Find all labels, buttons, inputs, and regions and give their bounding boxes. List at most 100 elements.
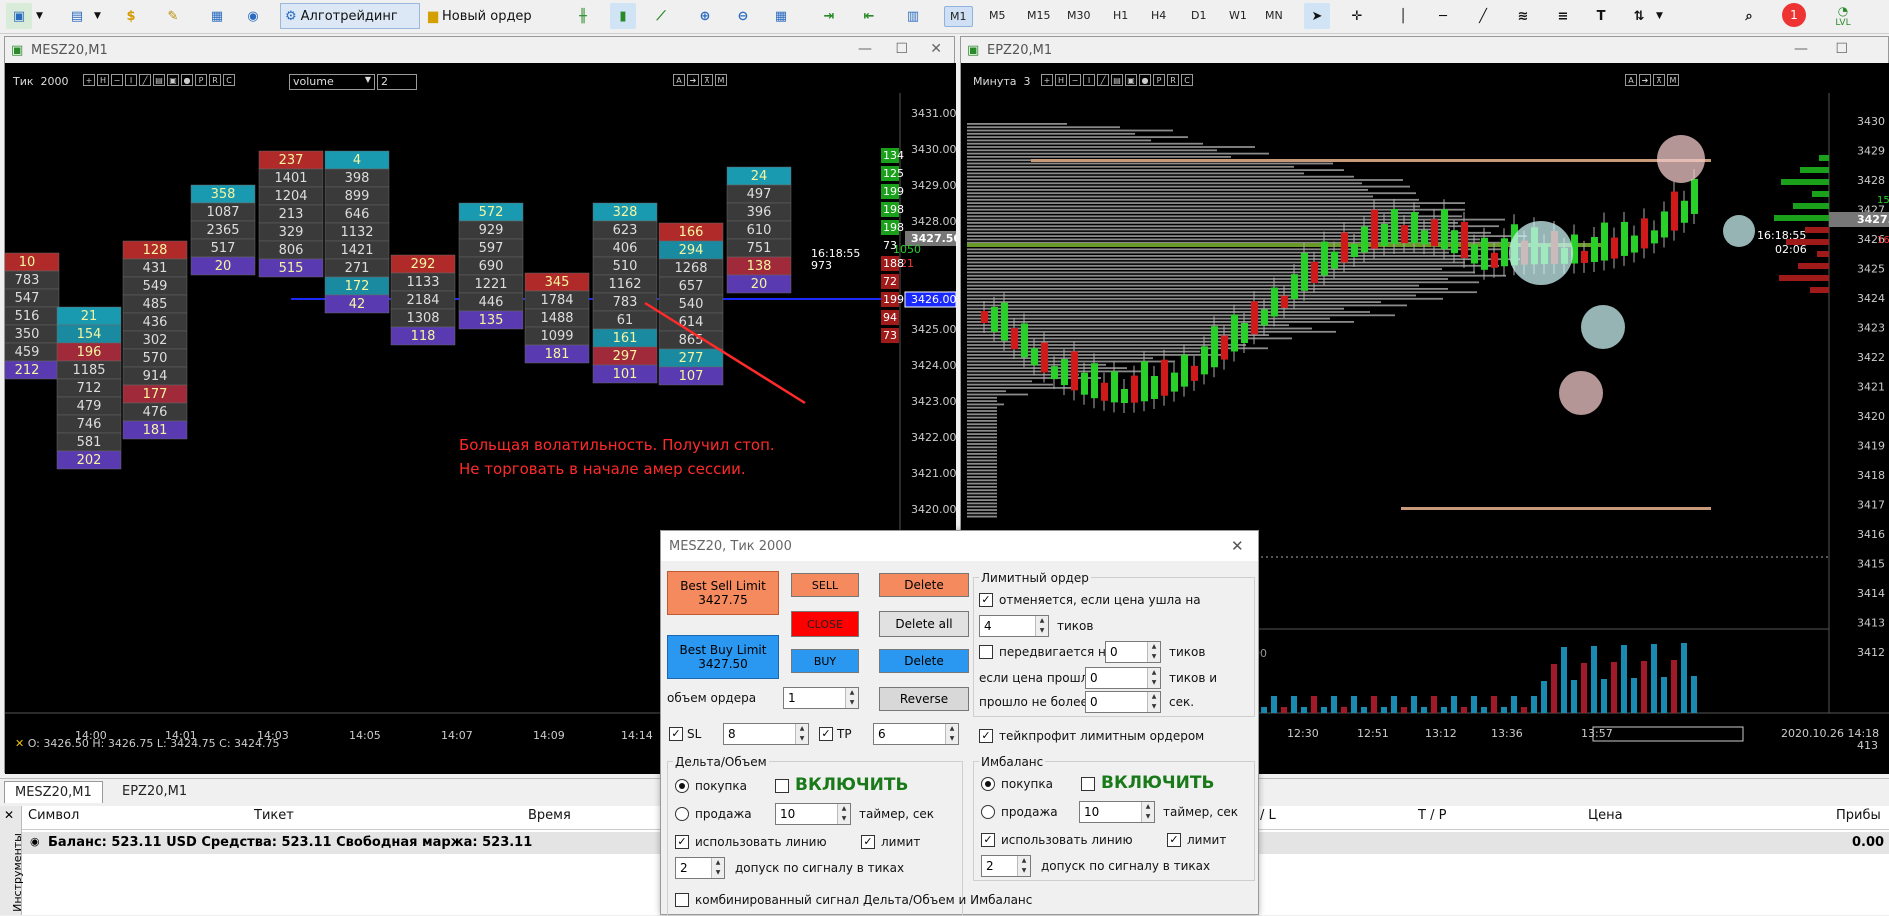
new-chart-icon[interactable]: ▣ — [6, 3, 32, 29]
delta-sell-radio[interactable] — [675, 807, 689, 821]
grid-icon[interactable]: ▤ — [153, 74, 165, 86]
search-icon[interactable]: ⌕ — [1736, 3, 1762, 29]
cursor-small-icon[interactable]: ⊼ — [701, 74, 713, 86]
cancel-if-checkbox[interactable]: ✓ — [979, 593, 993, 607]
col-profit[interactable]: Прибы — [1836, 808, 1881, 823]
trend-line-icon[interactable]: ╱ — [1470, 3, 1496, 29]
maximize-icon[interactable]: ☐ — [895, 41, 908, 57]
tp-limit-checkbox[interactable]: ✓ — [979, 729, 993, 743]
delta-buy-radio[interactable] — [675, 779, 689, 793]
tile-windows-icon[interactable]: ▦ — [768, 3, 794, 29]
tp-checkbox[interactable]: ✓ — [819, 727, 833, 741]
col-price[interactable]: Цена — [1588, 808, 1623, 823]
sell-button[interactable]: SELL — [791, 573, 859, 597]
minus-icon[interactable]: − — [1069, 74, 1081, 86]
dropdown-arrow-icon[interactable]: ▼ — [94, 3, 101, 29]
minimize-icon[interactable]: — — [1794, 41, 1808, 57]
i-icon[interactable]: I — [125, 74, 137, 86]
delta-timer-stepper[interactable]: 10 — [775, 803, 851, 825]
tf-m15[interactable]: M15 — [1022, 6, 1056, 25]
combined-signal-checkbox[interactable] — [675, 893, 689, 907]
indicator-value-stepper[interactable]: 2 — [377, 74, 417, 90]
tab-epz20[interactable]: EPZ20,M1 — [112, 781, 197, 803]
tab-mesz20[interactable]: MESZ20,M1 — [4, 781, 103, 803]
close-icon[interactable]: ✕ — [4, 808, 14, 822]
arrow-icon[interactable]: ➔ — [687, 74, 699, 86]
tf-m5[interactable]: M5 — [984, 6, 1011, 25]
text-icon[interactable]: T — [1588, 3, 1614, 29]
box-icon[interactable]: ▣ — [167, 74, 179, 86]
imb-sell-radio[interactable] — [981, 805, 995, 819]
indicators-icon[interactable]: ▥ — [900, 3, 926, 29]
close-icon[interactable]: ✕ — [930, 41, 942, 57]
horizontal-line-icon[interactable]: ─ — [1430, 3, 1456, 29]
zoom-in-icon[interactable]: ⊕ — [692, 3, 718, 29]
passed-ticks-stepper[interactable]: 0 — [1085, 667, 1161, 689]
p-icon[interactable]: P — [195, 74, 207, 86]
plus-icon[interactable]: + — [1041, 74, 1053, 86]
vertical-line-icon[interactable]: │ — [1390, 3, 1416, 29]
cursor-icon[interactable]: ➤ — [1304, 3, 1330, 29]
col-sl[interactable]: / L — [1260, 808, 1276, 823]
market-watch-icon[interactable]: $ — [118, 3, 144, 29]
tf-h1[interactable]: H1 — [1108, 6, 1133, 25]
zoom-out-icon[interactable]: ⊖ — [730, 3, 756, 29]
crosshair-icon[interactable]: ✛ — [1344, 3, 1370, 29]
delta-enable-checkbox[interactable] — [775, 779, 789, 793]
col-symbol[interactable]: Символ — [28, 808, 79, 823]
delta-tolerance-stepper[interactable]: 2 — [675, 857, 725, 879]
sl-stepper[interactable]: 8 — [723, 723, 809, 745]
best-sell-limit-button[interactable]: Best Sell Limit 3427.75 — [667, 571, 779, 615]
tf-mn[interactable]: MN — [1260, 6, 1288, 25]
tf-m1[interactable]: M1 — [944, 6, 973, 27]
signal-icon[interactable]: ◉ — [240, 3, 266, 29]
tf-h4[interactable]: H4 — [1146, 6, 1171, 25]
arrows-icon[interactable]: ⇅ — [1626, 3, 1652, 29]
seconds-stepper[interactable]: 0 — [1085, 691, 1161, 713]
delta-limit-checkbox[interactable]: ✓ — [861, 835, 875, 849]
cursor-small-icon[interactable]: ⊼ — [1653, 74, 1665, 86]
grid-icon[interactable]: ▤ — [1111, 74, 1123, 86]
candle-chart-icon[interactable]: ▮ — [610, 3, 636, 29]
r-icon[interactable]: R — [209, 74, 221, 86]
buy-button[interactable]: BUY — [791, 649, 859, 673]
dropdown-arrow-icon[interactable]: ▼ — [1656, 3, 1663, 29]
r-icon[interactable]: R — [1167, 74, 1179, 86]
i-icon[interactable]: I — [1083, 74, 1095, 86]
best-buy-limit-button[interactable]: Best Buy Limit 3427.50 — [667, 635, 779, 679]
c-icon[interactable]: C — [1181, 74, 1193, 86]
minus-icon[interactable]: − — [111, 74, 123, 86]
navigator-icon[interactable]: ✎ — [160, 3, 186, 29]
cancel-ticks-stepper[interactable]: 4 — [979, 615, 1049, 637]
fibo-fan-icon[interactable]: ≡ — [1550, 3, 1576, 29]
a-icon[interactable]: A — [1625, 74, 1637, 86]
tp-stepper[interactable]: 6 — [873, 723, 959, 745]
imb-enable-checkbox[interactable] — [1081, 777, 1095, 791]
bar-chart-icon[interactable]: ╫ — [570, 3, 596, 29]
minimize-icon[interactable]: — — [858, 41, 872, 57]
order-volume-stepper[interactable]: 1 — [783, 687, 859, 709]
tf-w1[interactable]: W1 — [1224, 6, 1252, 25]
maximize-icon[interactable]: ☐ — [1835, 41, 1848, 57]
line-icon[interactable]: ╱ — [139, 74, 151, 86]
col-ticket[interactable]: Тикет — [254, 808, 294, 823]
m-icon[interactable]: M — [1667, 74, 1679, 86]
h-icon[interactable]: H — [97, 74, 109, 86]
imb-tolerance-stepper[interactable]: 2 — [981, 855, 1031, 877]
profiles-icon[interactable]: ▤ — [64, 3, 90, 29]
tf-m30[interactable]: M30 — [1062, 6, 1096, 25]
dropdown-arrow-icon[interactable]: ▼ — [36, 3, 43, 29]
a-icon[interactable]: A — [673, 74, 685, 86]
lvl-indicator[interactable]: ◔ LVL — [1826, 3, 1860, 29]
tf-d1[interactable]: D1 — [1186, 6, 1211, 25]
delta-use-line-checkbox[interactable]: ✓ — [675, 835, 689, 849]
auto-scroll-icon[interactable]: ⇥ — [816, 3, 842, 29]
col-time[interactable]: Время — [528, 808, 571, 823]
circle-icon[interactable]: ● — [181, 74, 193, 86]
box-icon[interactable]: ▣ — [1125, 74, 1137, 86]
imb-buy-radio[interactable] — [981, 777, 995, 791]
plus-icon[interactable]: + — [83, 74, 95, 86]
close-button[interactable]: CLOSE — [791, 611, 859, 637]
delete-all-button[interactable]: Delete all — [879, 611, 969, 637]
line-chart-icon[interactable]: ⟋ — [648, 3, 674, 29]
